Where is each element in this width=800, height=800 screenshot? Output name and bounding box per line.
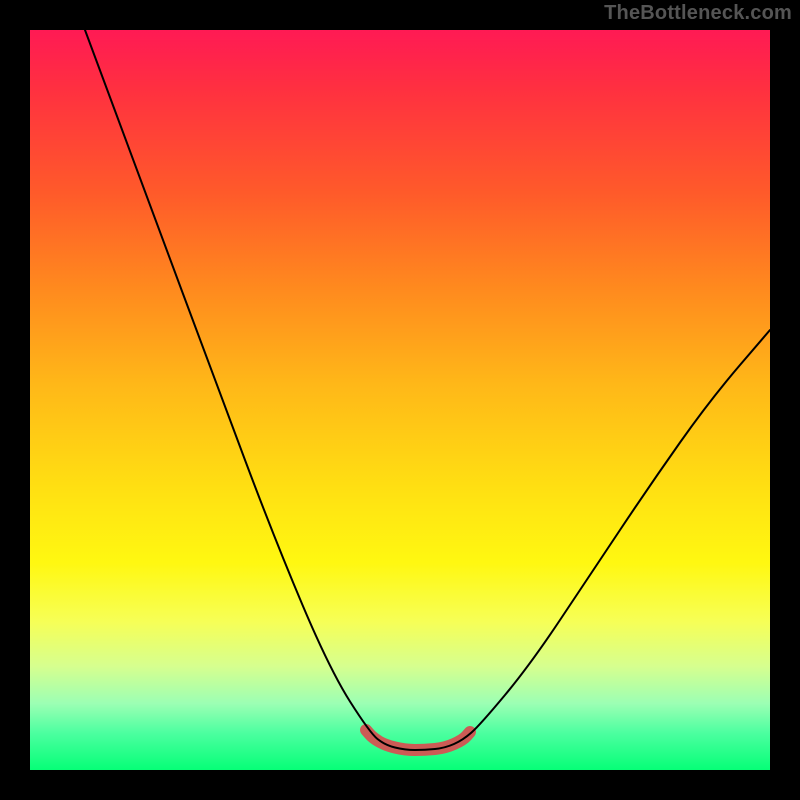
chart-frame: TheBottleneck.com — [0, 0, 800, 800]
optimal-range-highlight — [366, 730, 470, 750]
curve-layer — [30, 30, 770, 770]
bottleneck-curve — [85, 30, 770, 750]
plot-area — [30, 30, 770, 770]
watermark-text: TheBottleneck.com — [604, 2, 792, 25]
